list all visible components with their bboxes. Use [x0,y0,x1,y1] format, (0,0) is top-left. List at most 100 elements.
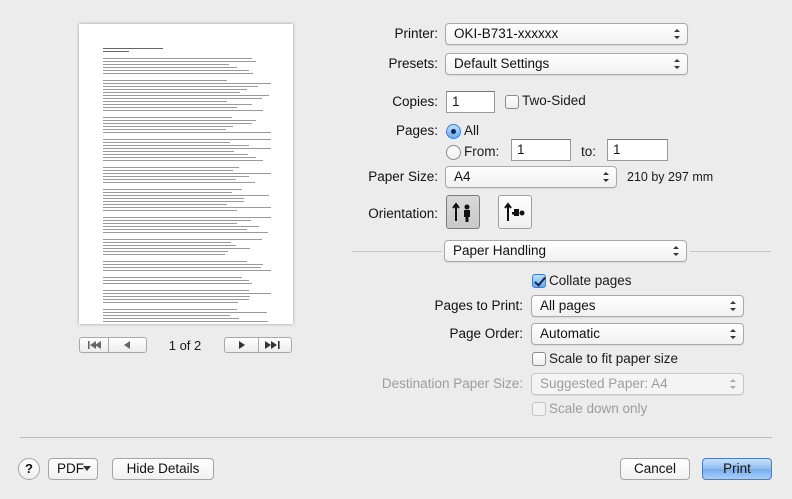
paper-size-select[interactable]: A4 [445,166,617,188]
pdf-menu-button[interactable]: PDF [48,458,98,480]
section-separator-right [690,251,771,252]
page-indicator: 1 of 2 [168,338,202,353]
section-select[interactable]: Paper Handling [444,240,687,262]
preview-text-line [103,182,255,183]
preview-text-line [103,290,249,291]
preview-text-line [103,296,250,297]
next-page-icon [239,341,245,349]
paper-size-label: Paper Size: [368,169,438,184]
presets-select[interactable]: Default Settings [445,53,688,75]
preview-text-line [103,309,237,310]
destination-paper-size-select[interactable]: Suggested Paper: A4 [531,373,744,395]
printer-select[interactable]: OKI-B731-xxxxxx [445,23,688,45]
collate-pages-label: Collate pages [549,273,632,288]
first-page-icon [88,341,101,349]
cancel-button[interactable]: Cancel [620,458,690,480]
preview-text-line [103,267,261,268]
pages-all-label: All [464,123,480,138]
chevron-down-icon [83,466,91,471]
section-value: Paper Handling [453,243,547,258]
pages-from-label: From: [464,144,500,159]
preview-text-line [103,148,271,149]
chevron-updown-icon [730,301,736,311]
previous-page-button[interactable] [108,337,147,353]
pages-to-print-select[interactable]: All pages [531,295,744,317]
print-button[interactable]: Print [702,458,772,480]
preview-text-line [103,242,231,243]
preview-text-line [103,204,227,205]
preview-text-line [103,86,258,87]
preview-text-line [103,154,248,155]
copies-field[interactable]: 1 [446,91,495,113]
preview-text-line [103,254,225,255]
preview-text-line [103,176,249,177]
two-sided-checkbox[interactable] [505,95,519,109]
preview-text-line [103,217,271,218]
preview-text-line [103,173,271,174]
preview-text-line [103,73,253,74]
chevron-updown-icon [673,246,679,256]
last-page-icon [265,341,280,349]
preview-text-line [103,101,227,102]
orientation-portrait-button[interactable] [446,195,480,229]
pdf-label: PDF [57,461,84,476]
preview-text-line [103,210,237,211]
preview-text-line [103,264,263,265]
last-page-button[interactable] [258,337,292,353]
next-page-button[interactable] [224,337,259,353]
presets-value: Default Settings [454,56,550,71]
preview-text-line [103,299,249,300]
scale-to-fit-checkbox[interactable] [532,352,546,366]
preview-text-line [103,232,268,233]
preview-text-line [103,58,252,59]
chevron-updown-icon [730,329,736,339]
section-separator-left [352,251,442,252]
chevron-updown-icon [730,379,736,389]
preview-text-line [103,198,244,199]
preview-text-line [103,245,236,246]
first-page-button[interactable] [79,337,109,353]
page-order-value: Automatic [540,326,601,341]
pages-all-radio[interactable] [446,124,461,139]
preview-text-line [103,226,259,227]
landscape-orientation-icon [504,202,525,221]
preview-text-line [103,283,252,284]
pages-label: Pages: [395,123,438,138]
preview-text-line [103,95,269,96]
preview-text-line [103,277,242,278]
preview-text-line [103,312,267,313]
footer-separator [20,437,772,438]
printer-value: OKI-B731-xxxxxx [454,26,559,41]
page-order-select[interactable]: Automatic [531,323,744,345]
destination-paper-size-label: Destination Paper Size: [381,376,523,391]
preview-text-line [103,126,233,127]
help-button[interactable]: ? [18,458,40,480]
preview-text-line [103,207,271,208]
orientation-landscape-button[interactable] [498,195,532,229]
preview-text-line [103,98,262,99]
preview-text-line [103,318,239,319]
preview-text-line [103,129,226,130]
preview-text-line [103,92,240,93]
preview-text-line [103,179,236,180]
help-icon: ? [25,461,33,476]
pages-from-field[interactable]: 1 [511,139,571,161]
pages-from-radio[interactable] [446,145,461,160]
pages-to-field[interactable]: 1 [607,139,668,161]
copies-label: Copies: [392,94,438,109]
preview-text-line [103,220,251,221]
preview-text-line [103,167,239,168]
scale-down-only-label: Scale down only [549,401,648,416]
preview-text-line [103,160,263,161]
preview-text-line [103,239,262,240]
scale-down-only-checkbox[interactable] [532,402,546,416]
preview-text-line [103,83,271,84]
preview-text-line [103,107,237,108]
hide-details-button[interactable]: Hide Details [112,458,214,480]
collate-pages-checkbox[interactable] [532,274,546,288]
chevron-updown-icon [603,172,609,182]
preview-text-line [103,67,237,68]
page-order-label: Page Order: [449,326,523,341]
preview-text-line [103,293,271,294]
preview-text-line [103,64,229,65]
